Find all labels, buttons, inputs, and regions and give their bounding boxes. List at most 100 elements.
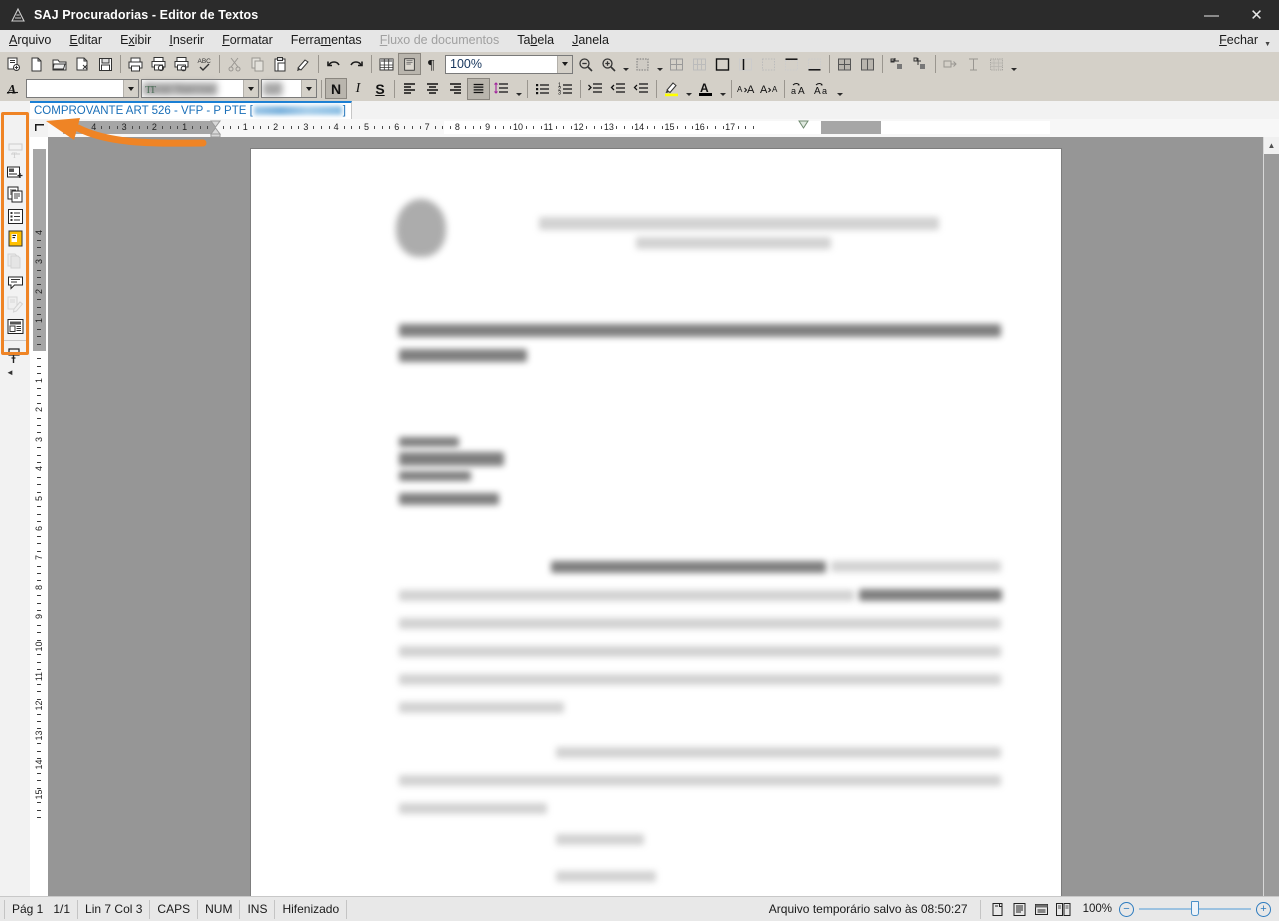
merge-cells-icon[interactable] <box>833 53 856 75</box>
print-preview-icon[interactable] <box>147 53 170 75</box>
menu-tabela[interactable]: Tabela <box>508 31 563 50</box>
line-spacing-icon[interactable] <box>490 78 513 100</box>
increase-indent-icon[interactable] <box>584 78 607 100</box>
close-button[interactable]: ✕ <box>1234 0 1279 30</box>
menu-janela[interactable]: Janela <box>563 31 618 50</box>
zoom-out-icon[interactable] <box>574 53 597 75</box>
decrease-font-icon[interactable]: AA <box>758 78 781 100</box>
numbered-list-icon[interactable]: 123 <box>554 78 577 100</box>
font-size-dropdown-arrow[interactable] <box>301 80 316 97</box>
web-layout-icon[interactable] <box>1033 901 1051 918</box>
vertical-ruler[interactable]: 4 3 2 1 1 2 3 4 5 6 7 8 9 10 11 12 13 14 15 <box>30 137 48 896</box>
print-icon[interactable] <box>124 53 147 75</box>
sidebar-insert-model[interactable] <box>3 161 27 183</box>
new-document-icon[interactable] <box>2 53 25 75</box>
line-spacing-caret[interactable] <box>513 78 524 100</box>
right-indent-marker[interactable] <box>798 120 809 136</box>
bullet-list-icon[interactable] <box>531 78 554 100</box>
format-painter-icon[interactable] <box>292 53 315 75</box>
sidebar-comments[interactable] <box>3 271 27 293</box>
italic-button[interactable]: I <box>347 78 369 99</box>
menubar-overflow-caret[interactable]: ▼ <box>1262 34 1279 48</box>
highlight-color-icon[interactable] <box>660 78 683 100</box>
minimize-button[interactable]: — <box>1189 0 1234 30</box>
single-page-icon[interactable] <box>989 901 1007 918</box>
paste-icon[interactable] <box>269 53 292 75</box>
scrollbar-thumb[interactable] <box>1264 154 1279 896</box>
border-left-icon[interactable] <box>734 53 757 75</box>
collapse-sidebar-icon[interactable]: ◄ <box>3 368 27 377</box>
highlight-color-caret[interactable] <box>683 78 694 100</box>
menu-arquivo[interactable]: Arquivo <box>0 31 60 50</box>
menu-ferramentas[interactable]: Ferramentas <box>282 31 371 50</box>
decrease-indent-icon[interactable] <box>607 78 630 100</box>
lowercase-icon[interactable]: Aa <box>811 78 834 100</box>
spellcheck-icon[interactable]: ABC <box>193 53 216 75</box>
font-family-dropdown-arrow[interactable] <box>243 80 258 97</box>
table-toolbar-overflow-caret[interactable] <box>1008 53 1019 75</box>
status-caps[interactable]: CAPS <box>150 899 199 919</box>
zoom-more-caret[interactable] <box>620 53 631 75</box>
document-page[interactable] <box>250 149 1061 896</box>
menu-editar[interactable]: Editar <box>60 31 111 50</box>
redo-icon[interactable] <box>345 53 368 75</box>
print-setup-icon[interactable] <box>170 53 193 75</box>
menu-formatar[interactable]: Formatar <box>213 31 282 50</box>
blank-page-icon[interactable] <box>25 53 48 75</box>
underline-button[interactable]: S <box>369 78 391 99</box>
save-icon[interactable] <box>94 53 117 75</box>
zoom-combobox[interactable]: 100% <box>445 54 573 74</box>
status-ins[interactable]: INS <box>240 899 276 919</box>
border-none-icon[interactable] <box>757 53 780 75</box>
document-tab[interactable]: COMPROVANTE ART 526 - VFP - P PTE [] <box>30 101 352 119</box>
document-canvas[interactable] <box>48 137 1263 896</box>
status-num[interactable]: NUM <box>198 899 241 919</box>
open-folder-icon[interactable] <box>48 53 71 75</box>
zoom-in-button[interactable]: + <box>1256 901 1271 917</box>
decrease-indent2-icon[interactable] <box>630 78 653 100</box>
sidebar-copy-documents[interactable] <box>3 183 27 205</box>
increase-font-icon[interactable]: AA <box>735 78 758 100</box>
sidebar-finalize-document[interactable] <box>3 227 27 249</box>
horizontal-ruler[interactable]: 4 3 2 1 1 2 3 4 5 6 7 8 9 10 11 12 13 14 15 16 17 <box>48 119 1279 137</box>
page-layout-icon[interactable] <box>398 53 421 75</box>
two-pages-icon[interactable] <box>1055 901 1073 918</box>
sidebar-document-list[interactable] <box>3 205 27 227</box>
zoom-in-icon[interactable] <box>597 53 620 75</box>
first-line-indent-marker[interactable] <box>210 120 221 137</box>
split-cells-icon[interactable] <box>856 53 879 75</box>
align-justify-icon[interactable] <box>467 77 490 100</box>
zoom-slider[interactable]: − + <box>1119 901 1279 917</box>
menu-exibir[interactable]: Exibir <box>111 31 160 50</box>
insert-row-icon[interactable] <box>886 53 909 75</box>
zoom-dropdown-arrow[interactable] <box>557 55 572 73</box>
align-left-icon[interactable] <box>398 78 421 100</box>
insert-column-icon[interactable] <box>909 53 932 75</box>
menu-inserir[interactable]: Inserir <box>160 31 213 50</box>
font-family-combobox[interactable]: TT Arial Narrow <box>141 79 259 98</box>
paragraph-style-combobox[interactable] <box>26 79 139 98</box>
sidebar-stamp-tool[interactable] <box>3 344 27 366</box>
border-bottom-icon[interactable] <box>803 53 826 75</box>
table-borders-all-icon[interactable] <box>711 53 734 75</box>
reading-view-icon[interactable] <box>1011 901 1029 918</box>
open-document-icon[interactable] <box>71 53 94 75</box>
status-hyphenation[interactable]: Hifenizado <box>275 899 348 919</box>
table-select-caret[interactable] <box>654 53 665 75</box>
sidebar-print-layout[interactable] <box>3 315 27 337</box>
uppercase-icon[interactable]: aA <box>788 78 811 100</box>
scroll-up-arrow[interactable]: ▲ <box>1264 137 1279 154</box>
border-top-icon[interactable] <box>780 53 803 75</box>
formatting-toolbar-overflow-caret[interactable] <box>834 78 845 100</box>
align-right-icon[interactable] <box>444 78 467 100</box>
paragraph-style-dropdown-arrow[interactable] <box>123 80 138 97</box>
show-formatting-marks-icon[interactable]: ¶ <box>421 53 444 75</box>
zoom-out-button[interactable]: − <box>1119 901 1134 917</box>
zoom-slider-track[interactable] <box>1139 901 1251 916</box>
font-size-combobox[interactable]: 12 <box>261 79 317 98</box>
undo-icon[interactable] <box>322 53 345 75</box>
menu-fechar[interactable]: Fechar <box>1210 31 1262 50</box>
bold-button[interactable]: N <box>325 78 347 99</box>
vertical-scrollbar[interactable]: ▲ <box>1263 137 1279 896</box>
align-center-icon[interactable] <box>421 78 444 100</box>
